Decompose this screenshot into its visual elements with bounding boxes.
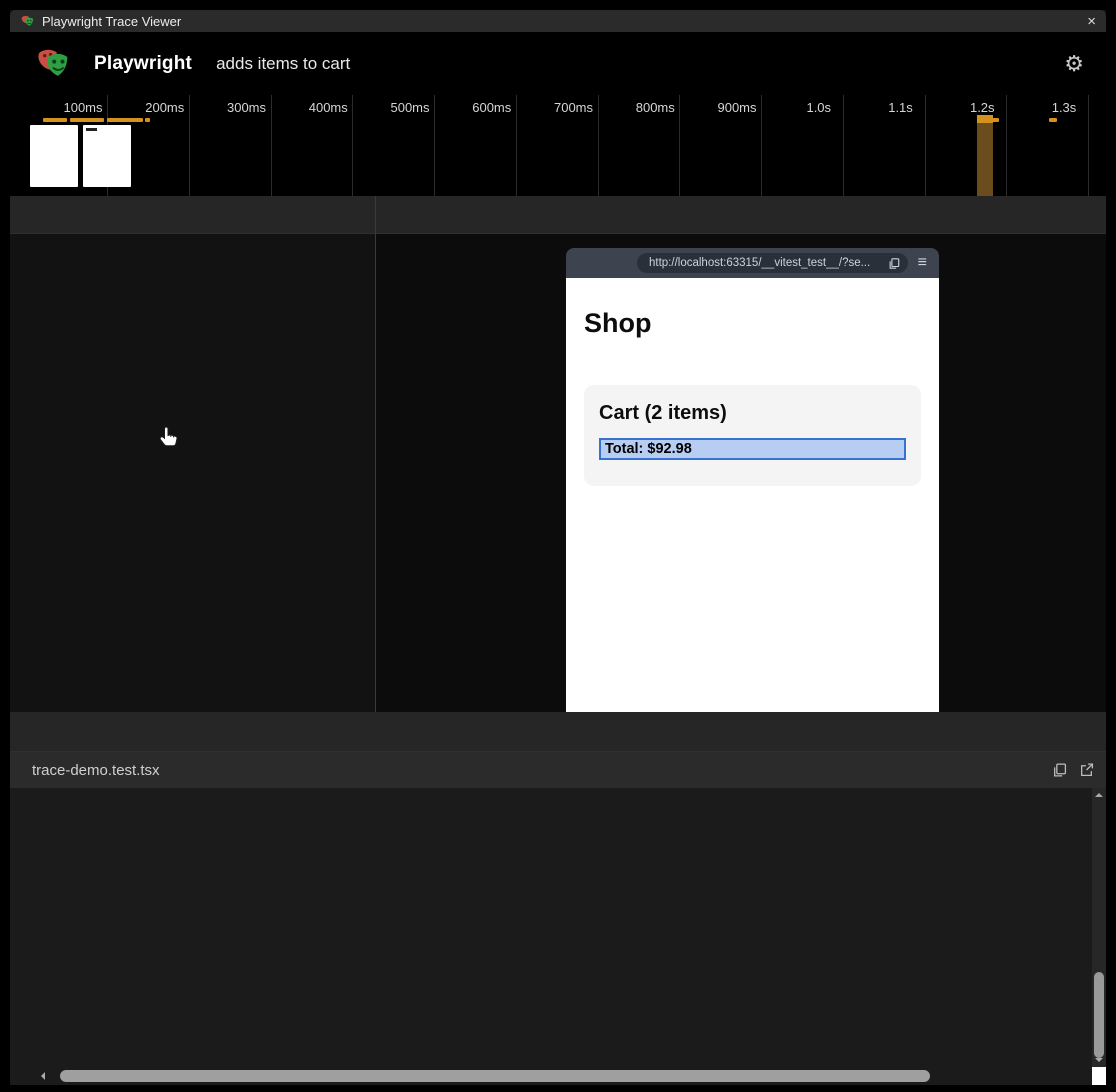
timeline-action-marker bbox=[1049, 118, 1057, 122]
timeline-action-marker bbox=[107, 118, 143, 122]
cart-total-highlighted: Total: $92.98 bbox=[599, 438, 906, 460]
shop-heading: Shop bbox=[584, 308, 921, 339]
timeline-action-marker bbox=[43, 118, 67, 122]
snapshot-page: Shop Cart (2 items) Total: $92.98 bbox=[566, 278, 939, 712]
window-title: Playwright Trace Viewer bbox=[42, 14, 181, 29]
browser-chrome: http://localhost:63315/__vitest_test__/?… bbox=[566, 248, 939, 278]
source-filename: trace-demo.test.tsx bbox=[32, 762, 1052, 779]
actions-tabstrip bbox=[10, 196, 375, 234]
browser-menu-icon[interactable]: ≡ bbox=[918, 255, 927, 271]
scrollbar-corner bbox=[1092, 1067, 1106, 1085]
test-title: adds items to cart bbox=[216, 54, 350, 74]
cart-heading: Cart (2 items) bbox=[599, 402, 906, 425]
timeline-tick-label: 1.3s bbox=[1052, 100, 1077, 115]
close-icon[interactable]: × bbox=[1087, 14, 1096, 29]
timeline-gridline bbox=[1088, 95, 1089, 196]
playwright-logo-icon bbox=[34, 45, 72, 83]
scroll-down-arrow-icon[interactable] bbox=[1095, 1058, 1103, 1062]
timeline-strip[interactable]: 100ms 200ms 300ms 400ms 500ms 600ms 700ms 800ms… bbox=[10, 95, 1106, 196]
horizontal-scrollbar[interactable] bbox=[50, 1069, 1090, 1083]
timeline-tick-label: 1.0s bbox=[806, 100, 831, 115]
address-bar[interactable]: http://localhost:63315/__vitest_test__/?… bbox=[637, 253, 908, 273]
timeline-gridline bbox=[1006, 95, 1007, 196]
timeline-tick-label: 700ms bbox=[554, 100, 593, 115]
timeline-selection-highlight bbox=[977, 115, 993, 196]
timeline-action-marker bbox=[145, 118, 150, 122]
timeline-gridline bbox=[189, 95, 190, 196]
timeline-gridline bbox=[679, 95, 680, 196]
trace-viewer-window: Playwright Trace Viewer × Playwright add… bbox=[10, 10, 1106, 1085]
timeline-tick-label: 800ms bbox=[636, 100, 675, 115]
app-header: Playwright adds items to cart ⚙ bbox=[10, 32, 1106, 95]
traffic-light-yellow bbox=[595, 258, 605, 268]
actions-panel bbox=[10, 196, 375, 712]
mini-shop-title bbox=[86, 128, 97, 131]
playwright-masks-icon bbox=[20, 14, 35, 29]
timeline-gridline bbox=[925, 95, 926, 196]
timeline-gridline bbox=[598, 95, 599, 196]
window-titlebar: Playwright Trace Viewer × bbox=[10, 10, 1106, 32]
timeline-gridline bbox=[271, 95, 272, 196]
scroll-left-arrow-icon[interactable] bbox=[41, 1072, 45, 1080]
timeline-tick-label: 1.1s bbox=[888, 100, 913, 115]
traffic-light-red bbox=[578, 258, 588, 268]
timeline-action-marker bbox=[977, 118, 988, 122]
timeline-tick-label: 600ms bbox=[472, 100, 511, 115]
actions-list bbox=[10, 234, 375, 712]
vertical-scroll-thumb[interactable] bbox=[1094, 972, 1104, 1058]
source-filebar: trace-demo.test.tsx bbox=[10, 752, 1106, 788]
bottom-tabstrip bbox=[10, 712, 1106, 752]
timeline-tick-label: 100ms bbox=[63, 100, 102, 115]
timeline-gridline bbox=[434, 95, 435, 196]
timeline-frame[interactable] bbox=[30, 125, 78, 187]
timeline-gridline bbox=[352, 95, 353, 196]
timeline-gridline bbox=[516, 95, 517, 196]
timeline-tick-label: 400ms bbox=[309, 100, 348, 115]
copy-source-icon[interactable] bbox=[1052, 762, 1067, 778]
timeline-action-marker bbox=[70, 118, 104, 122]
timeline-gridline bbox=[843, 95, 844, 196]
app-name: Playwright bbox=[94, 53, 192, 75]
timeline-frame[interactable] bbox=[83, 125, 131, 187]
horizontal-scroll-thumb[interactable] bbox=[60, 1070, 930, 1082]
vertical-scrollbar[interactable] bbox=[1092, 788, 1106, 1067]
open-source-externally-icon[interactable] bbox=[1079, 762, 1094, 778]
snapshot-panel: http://localhost:63315/__vitest_test__/?… bbox=[376, 196, 1106, 712]
copy-url-icon[interactable] bbox=[888, 257, 900, 270]
traffic-light-green bbox=[612, 258, 622, 268]
mouse-cursor-hand bbox=[158, 425, 180, 449]
timeline-action-marker bbox=[992, 118, 999, 122]
page-url: http://localhost:63315/__vitest_test__/?… bbox=[649, 257, 888, 269]
snapshot-browser: http://localhost:63315/__vitest_test__/?… bbox=[566, 248, 939, 712]
timeline-gridline bbox=[761, 95, 762, 196]
timeline-tick-label: 200ms bbox=[145, 100, 184, 115]
source-code-view bbox=[10, 788, 1106, 1085]
main-split: http://localhost:63315/__vitest_test__/?… bbox=[10, 196, 1106, 712]
timeline-tick-label: 500ms bbox=[390, 100, 429, 115]
gear-icon[interactable]: ⚙ bbox=[1064, 53, 1084, 75]
scroll-up-arrow-icon[interactable] bbox=[1095, 793, 1103, 797]
cart-section: Cart (2 items) Total: $92.98 bbox=[584, 385, 921, 486]
timeline-tick-label: 1.2s bbox=[970, 100, 995, 115]
timeline-tick-label: 900ms bbox=[717, 100, 756, 115]
timeline-tick-label: 300ms bbox=[227, 100, 266, 115]
snapshot-tabstrip bbox=[376, 196, 1106, 234]
